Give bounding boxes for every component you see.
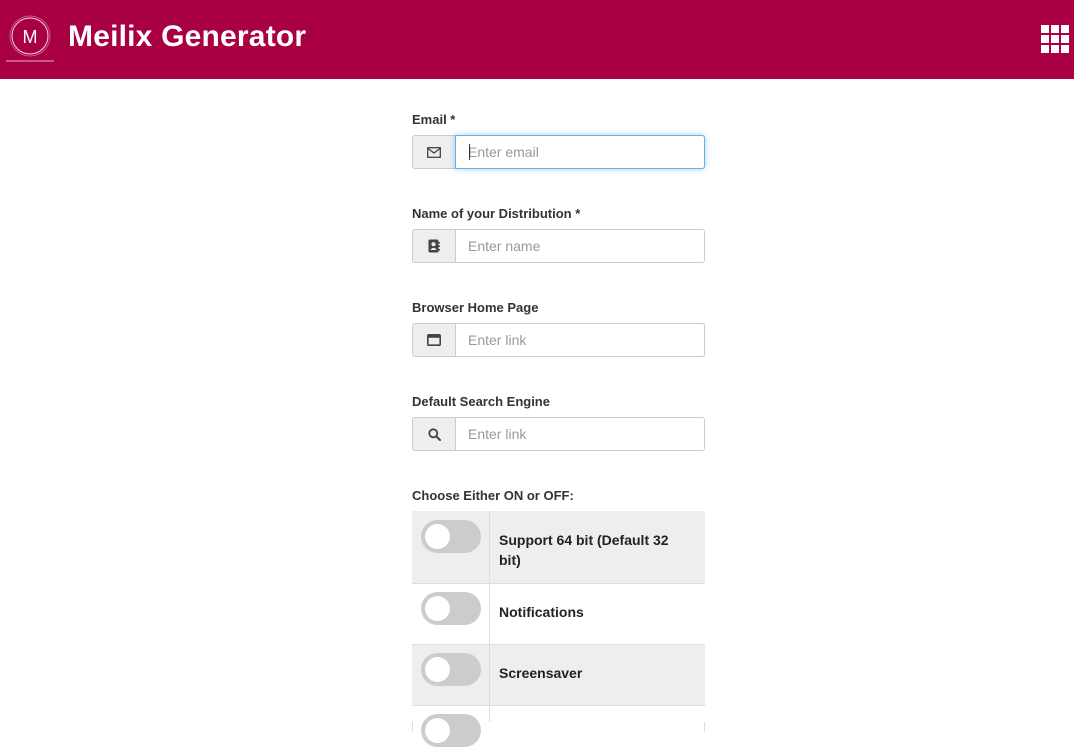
home-page-field[interactable] xyxy=(455,323,705,357)
app-title[interactable]: Meilix Generator xyxy=(68,19,306,55)
search-engine-input-group xyxy=(412,417,705,451)
email-field[interactable] xyxy=(455,135,705,169)
distribution-name-label: Name of your Distribution * xyxy=(412,206,581,221)
home-page-input-group xyxy=(412,323,705,357)
distribution-name-field[interactable] xyxy=(455,229,705,263)
toggles-heading: Choose Either ON or OFF: xyxy=(412,488,574,503)
contact-book-icon xyxy=(412,229,455,263)
apps-grid-icon[interactable] xyxy=(1041,25,1069,53)
toggle-label-notifications: Notifications xyxy=(499,604,584,620)
text-cursor xyxy=(469,144,470,160)
toggle-row-4 xyxy=(412,706,705,747)
app-header: M Meilix Generator xyxy=(0,0,1074,79)
toggle-knob xyxy=(425,524,450,549)
screensaver-toggle[interactable] xyxy=(421,653,481,686)
notifications-toggle[interactable] xyxy=(421,592,481,625)
distribution-name-input-group xyxy=(412,229,705,263)
support-64bit-toggle[interactable] xyxy=(421,520,481,553)
toggle-row-screensaver: Screensaver xyxy=(412,645,705,706)
toggle-row-64bit: Support 64 bit (Default 32 bit) xyxy=(412,511,705,584)
search-engine-label: Default Search Engine xyxy=(412,394,550,409)
toggle-label-screensaver: Screensaver xyxy=(499,665,583,681)
meilix-logo[interactable]: M xyxy=(6,12,54,62)
email-input-group xyxy=(412,135,705,169)
search-engine-field[interactable] xyxy=(455,417,705,451)
browser-window-icon xyxy=(412,323,455,357)
home-page-label: Browser Home Page xyxy=(412,300,539,315)
toggle-label-64bit: Support 64 bit (Default 32 bit) xyxy=(499,532,669,568)
toggle-row-notifications: Notifications xyxy=(412,584,705,645)
logo-letter: M xyxy=(23,27,38,47)
toggle-knob xyxy=(425,657,450,682)
email-label: Email * xyxy=(412,112,456,127)
toggle-4[interactable] xyxy=(421,714,481,747)
toggle-knob xyxy=(425,596,450,621)
envelope-icon xyxy=(412,135,455,169)
search-icon xyxy=(412,417,455,451)
